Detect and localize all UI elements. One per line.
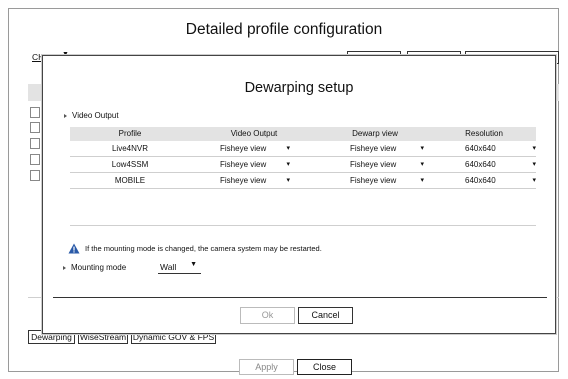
table-row: Low4SSM Fisheye view ▾ Fisheye view ▾ 640x… <box>70 157 536 173</box>
row-checkbox[interactable] <box>30 122 40 133</box>
dropdown-arrow-icon[interactable]: ▾ <box>286 157 290 172</box>
row-checkbox[interactable] <box>30 138 40 149</box>
chevron-down-icon[interactable]: ▼ <box>190 258 197 271</box>
mounting-label-text: Mounting mode <box>71 263 127 272</box>
dewarp-view-value: Fisheye view <box>350 144 397 153</box>
video-output-select[interactable]: Fisheye view ▾ <box>190 157 318 172</box>
dropdown-arrow-icon[interactable]: ▾ <box>286 141 290 156</box>
triangle-right-icon <box>63 265 66 270</box>
dropdown-arrow-icon[interactable]: ▾ <box>420 157 424 172</box>
close-button[interactable]: Close <box>297 359 352 375</box>
row-checkbox[interactable] <box>30 154 40 165</box>
row-checkbox[interactable] <box>30 107 40 118</box>
video-output-value: Fisheye view <box>220 176 267 185</box>
resolution-value: 640x640 <box>465 176 496 185</box>
table-row: MOBILE Fisheye view ▾ Fisheye view ▾ 640x6… <box>70 173 536 189</box>
mounting-mode-label: Mounting mode <box>63 263 126 272</box>
dewarp-view-select[interactable]: Fisheye view ▾ <box>318 141 432 156</box>
row-checkbox[interactable] <box>30 170 40 181</box>
dropdown-arrow-icon[interactable]: ▾ <box>286 173 290 188</box>
video-output-value: Fisheye view <box>220 160 267 169</box>
column-header-dewarp-view: Dewarp view <box>352 129 398 138</box>
video-output-section-label: Video Output <box>64 111 119 120</box>
dropdown-arrow-icon[interactable]: ▾ <box>532 157 536 172</box>
cancel-button[interactable]: Cancel <box>298 307 353 324</box>
warning-icon <box>68 243 80 254</box>
column-header-profile: Profile <box>118 129 142 138</box>
triangle-right-icon <box>64 113 67 118</box>
page-title: Detailed profile configuration <box>185 21 383 38</box>
resolution-select[interactable]: 640x640 ▾ <box>432 141 536 156</box>
table-header: Profile Video Output Dewarp view Resolut… <box>70 127 536 141</box>
dialog-title: Dewarping setup <box>244 80 354 96</box>
dropdown-arrow-icon[interactable]: ▾ <box>420 173 424 188</box>
video-output-value: Fisheye view <box>220 144 267 153</box>
resolution-select[interactable]: 640x640 ▾ <box>432 173 536 188</box>
mounting-mode-select[interactable]: Wall ▼ <box>158 261 201 274</box>
dewarp-view-select[interactable]: Fisheye view ▾ <box>318 157 432 172</box>
resolution-value: 640x640 <box>465 144 496 153</box>
video-output-select[interactable]: Fisheye view ▾ <box>190 173 318 188</box>
dialog-divider <box>53 297 547 298</box>
section-label-text: Video Output <box>72 111 119 120</box>
restart-warning: If the mounting mode is changed, the cam… <box>68 243 322 254</box>
dropdown-arrow-icon[interactable]: ▾ <box>420 141 424 156</box>
column-header-video-output: Video Output <box>230 129 278 138</box>
dewarp-view-value: Fisheye view <box>350 160 397 169</box>
resolution-value: 640x640 <box>465 160 496 169</box>
divider <box>70 225 536 226</box>
apply-button[interactable]: Apply <box>239 359 294 375</box>
dropdown-arrow-icon[interactable]: ▾ <box>532 173 536 188</box>
mounting-mode-value: Wall <box>160 262 177 272</box>
warning-text: If the mounting mode is changed, the cam… <box>85 244 322 253</box>
column-header-resolution: Resolution <box>465 129 503 138</box>
video-output-select[interactable]: Fisheye view ▾ <box>190 141 318 156</box>
dewarp-view-select[interactable]: Fisheye view ▾ <box>318 173 432 188</box>
profile-name: Low4SSM <box>111 160 149 169</box>
ok-button[interactable]: Ok <box>240 307 295 324</box>
resolution-select[interactable]: 640x640 ▾ <box>432 157 536 172</box>
table-row: Live4NVR Fisheye view ▾ Fisheye view ▾ 640… <box>70 141 536 157</box>
dewarping-dialog: Dewarping setup Video Output Profile Vid… <box>42 55 556 334</box>
dropdown-arrow-icon[interactable]: ▾ <box>532 141 536 156</box>
dewarp-view-value: Fisheye view <box>350 176 397 185</box>
profile-name: Live4NVR <box>111 144 148 153</box>
dewarp-table: Profile Video Output Dewarp view Resolut… <box>70 127 536 189</box>
profile-name: MOBILE <box>114 176 146 185</box>
